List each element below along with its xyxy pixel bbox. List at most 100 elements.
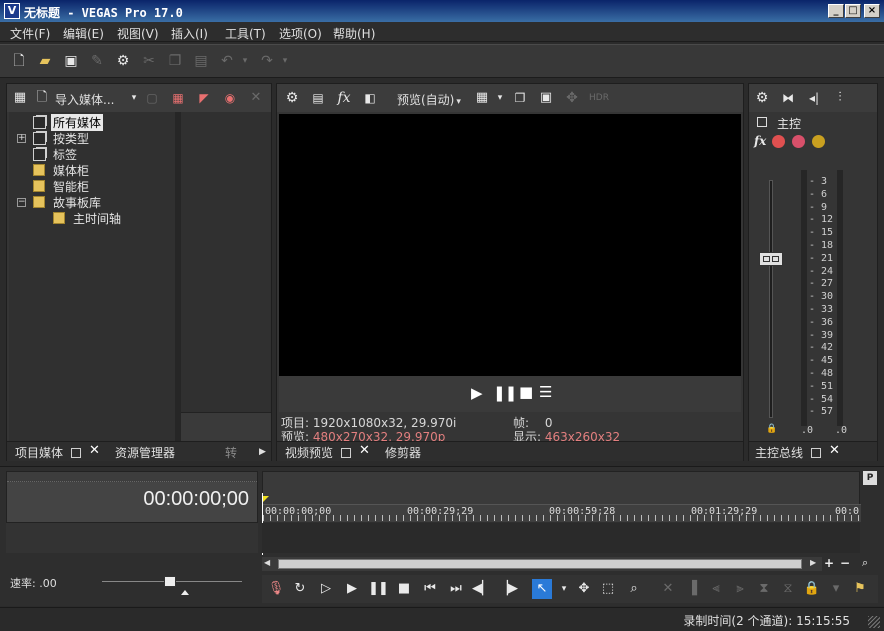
maximize-button[interactable]: □ xyxy=(845,4,861,18)
track-area[interactable] xyxy=(262,523,860,553)
mixer-icon[interactable]: ⫶ xyxy=(831,89,849,107)
play-icon[interactable]: ▶ xyxy=(342,579,362,599)
tab-scroll-right-icon[interactable]: ▶ xyxy=(259,447,266,457)
undock-icon[interactable] xyxy=(341,448,351,458)
menu-lines-icon[interactable]: ☰ xyxy=(539,383,552,401)
menu-view[interactable]: 视图(V) xyxy=(117,25,159,42)
downmix-icon[interactable]: ⧓ xyxy=(779,89,797,107)
tab-project-media[interactable]: 项目媒体 xyxy=(15,444,63,461)
solo-icon[interactable] xyxy=(812,135,825,148)
record-icon[interactable]: 🎙 xyxy=(266,579,286,599)
expand-icon[interactable]: + xyxy=(17,134,26,143)
redo-dropdown-icon[interactable]: ▾ xyxy=(276,52,294,70)
device-preview-icon[interactable]: ▤ xyxy=(309,89,327,107)
go-to-end-icon[interactable]: ⏭ xyxy=(446,579,466,599)
overlay-grid-icon[interactable]: ▦ xyxy=(473,89,491,107)
tab-video-preview[interactable]: 视频预览 xyxy=(285,444,333,461)
save-icon[interactable]: ▣ xyxy=(62,52,80,70)
render-icon[interactable]: ✎ xyxy=(88,52,106,70)
collapse-icon[interactable]: − xyxy=(17,198,26,207)
trim-start-icon[interactable]: ⫷ xyxy=(706,579,726,599)
settings-gear-icon[interactable]: ⚙ xyxy=(114,52,132,70)
normal-edit-tool-icon[interactable]: ↖ xyxy=(532,579,552,599)
tab-explorer[interactable]: 资源管理器 xyxy=(115,444,175,461)
undock-icon[interactable] xyxy=(811,448,821,458)
copy-icon[interactable]: ❐ xyxy=(166,52,184,70)
undo-dropdown-icon[interactable]: ▾ xyxy=(236,52,254,70)
trim-icon[interactable]: ▐ xyxy=(682,579,702,599)
rate-slider-handle[interactable] xyxy=(164,576,176,587)
master-select-icon[interactable] xyxy=(757,117,767,127)
automation-icon[interactable] xyxy=(772,135,785,148)
copy-snapshot-icon[interactable]: ❐ xyxy=(511,89,529,107)
split-icon[interactable]: ⧗ xyxy=(754,579,774,599)
import-media-button[interactable]: 导入媒体... xyxy=(55,91,114,108)
track-header-grip[interactable] xyxy=(7,472,257,482)
fader-lock-icon[interactable]: 🔒 xyxy=(766,424,777,434)
capture-icon[interactable]: ▢ xyxy=(143,89,161,107)
play-icon[interactable]: ▶ xyxy=(471,384,483,402)
media-view-icon[interactable]: ▦ xyxy=(11,89,29,107)
stop-icon[interactable]: ■ xyxy=(519,383,533,401)
edit-tool-dropdown-icon[interactable]: ▾ xyxy=(554,579,574,599)
trim-end-icon[interactable]: ⫸ xyxy=(730,579,750,599)
loop-playback-icon[interactable]: ↻ xyxy=(290,579,310,599)
menu-tools[interactable]: 工具(T) xyxy=(225,25,266,42)
stop-icon[interactable]: ■ xyxy=(394,579,414,599)
selection-tool-icon[interactable]: ⬚ xyxy=(598,579,618,599)
tab-trimmer[interactable]: 修剪器 xyxy=(385,444,421,461)
envelope-tool-icon[interactable]: ✥ xyxy=(574,579,594,599)
open-folder-icon[interactable]: ▰ xyxy=(36,52,54,70)
master-fx-icon[interactable]: fx xyxy=(754,134,766,148)
pause-icon[interactable]: ❚❚ xyxy=(368,579,389,599)
insert-marker-icon[interactable]: ⚑ xyxy=(850,579,870,599)
cut-icon[interactable]: ✂ xyxy=(140,52,158,70)
preview-settings-gear-icon[interactable]: ⚙ xyxy=(283,89,301,107)
marker-icon[interactable]: ▾ xyxy=(826,579,846,599)
scroll-right-icon[interactable]: ▶ xyxy=(810,558,816,567)
preview-quality-dropdown[interactable]: 预览(自动) ▾ xyxy=(397,91,461,108)
undock-icon[interactable] xyxy=(71,448,81,458)
master-settings-gear-icon[interactable]: ⚙ xyxy=(753,89,771,107)
hdr-icon[interactable]: HDR xyxy=(589,89,609,107)
import-dropdown-icon[interactable]: ▾ xyxy=(125,89,143,107)
zoom-edit-tool-icon[interactable]: ⌕ xyxy=(624,579,644,599)
undo-icon[interactable]: ↶ xyxy=(218,52,236,70)
pause-icon[interactable]: ❚❚ xyxy=(493,384,517,402)
next-frame-icon[interactable]: ▕▶ xyxy=(498,579,518,599)
menu-file[interactable]: 文件(F) xyxy=(10,25,50,42)
go-to-start-icon[interactable]: ⏮ xyxy=(420,579,440,599)
scroll-thumb[interactable] xyxy=(278,559,802,569)
fx-icon[interactable]: fx xyxy=(335,89,353,107)
menu-insert[interactable]: 插入(I) xyxy=(171,25,208,42)
menu-options[interactable]: 选项(O) xyxy=(279,25,322,42)
minimize-button[interactable]: _ xyxy=(828,4,844,18)
menu-help[interactable]: 帮助(H) xyxy=(333,25,375,42)
ripple-icon[interactable]: ⧖ xyxy=(778,579,798,599)
overlay-dropdown-icon[interactable]: ▾ xyxy=(491,89,509,107)
media-generator-icon[interactable]: ◉ xyxy=(221,89,239,107)
media-fx-icon[interactable]: ◤ xyxy=(195,89,213,107)
delete-icon[interactable]: ✕ xyxy=(658,579,678,599)
tab-master-bus[interactable]: 主控总线 xyxy=(755,444,803,461)
get-media-icon[interactable]: ▦ xyxy=(169,89,187,107)
menu-edit[interactable]: 编辑(E) xyxy=(63,25,104,42)
tab-transitions[interactable]: 转 xyxy=(225,444,237,461)
import-media-icon[interactable]: 🗋 xyxy=(33,89,51,107)
remove-media-icon[interactable]: ✕ xyxy=(247,89,265,107)
zoom-out-icon[interactable]: − xyxy=(840,556,850,570)
zoom-tool-icon[interactable]: ⌕ xyxy=(862,556,868,570)
master-fader-handle[interactable] xyxy=(759,252,783,266)
timeline-ruler[interactable]: 00:00:00;00 00:00:29;29 00:00:59;28 00:0… xyxy=(262,471,861,522)
dim-output-icon[interactable]: ◂| xyxy=(805,89,823,107)
lock-icon[interactable]: 🔒 xyxy=(802,579,822,599)
redo-icon[interactable]: ↷ xyxy=(258,52,276,70)
close-icon[interactable]: ✕ xyxy=(89,443,100,458)
split-screen-icon[interactable]: ◧ xyxy=(361,89,379,107)
color-picker-icon[interactable]: ✥ xyxy=(563,89,581,107)
close-button[interactable]: × xyxy=(864,4,880,18)
save-snapshot-icon[interactable]: ▣ xyxy=(537,89,555,107)
loop-marker-icon[interactable] xyxy=(263,496,269,502)
previous-frame-icon[interactable]: ◀▏ xyxy=(472,579,492,599)
rate-reset-marker-icon[interactable] xyxy=(181,590,189,595)
